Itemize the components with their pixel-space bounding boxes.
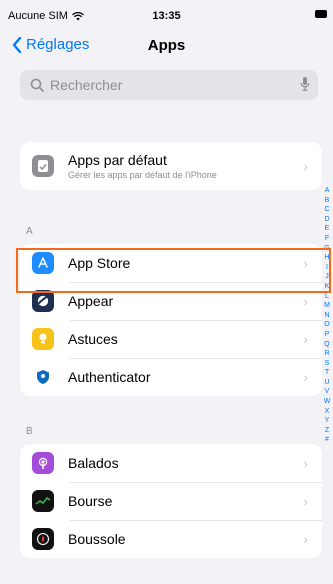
index-letter[interactable]: N	[323, 311, 331, 321]
index-letter[interactable]: #	[323, 435, 331, 445]
chevron-right-icon: ›	[303, 332, 308, 347]
index-letter[interactable]: W	[323, 397, 331, 407]
search-field[interactable]: Rechercher	[20, 70, 318, 100]
index-letter[interactable]: M	[323, 301, 331, 311]
index-letter[interactable]: C	[323, 205, 331, 215]
index-letter[interactable]: Z	[323, 426, 331, 436]
list-item-label: App Store	[68, 255, 131, 271]
section-a-card: App Store › Appear › Astuces › Authentic…	[20, 244, 322, 396]
section-header-a: A	[26, 226, 33, 237]
index-letter[interactable]: Y	[323, 416, 331, 426]
section-header-b: B	[26, 426, 33, 437]
index-letter[interactable]: J	[323, 272, 331, 282]
index-letter[interactable]: E	[323, 224, 331, 234]
navigation-bar: Réglages Apps	[0, 34, 333, 58]
list-item-label: Balados	[68, 455, 119, 471]
index-letter[interactable]: H	[323, 253, 331, 263]
search-placeholder: Rechercher	[50, 77, 123, 93]
list-item-authenticator[interactable]: Authenticator ›	[20, 358, 322, 396]
page-title: Apps	[147, 37, 186, 54]
battery-icon	[315, 10, 327, 18]
section-b-card: Balados › Bourse › Boussole ›	[20, 444, 322, 558]
default-apps-row[interactable]: Apps par défaut Gérer les apps par défau…	[20, 142, 322, 190]
index-letter[interactable]: A	[323, 186, 331, 196]
chevron-right-icon: ›	[303, 370, 308, 385]
index-letter[interactable]: K	[323, 282, 331, 292]
list-item-label: Astuces	[68, 331, 118, 347]
list-item-label: Authenticator	[68, 369, 151, 385]
list-item-app-store[interactable]: App Store ›	[20, 244, 322, 282]
search-icon	[30, 78, 44, 92]
chevron-right-icon: ›	[303, 159, 308, 174]
index-letter[interactable]: T	[323, 368, 331, 378]
index-letter[interactable]: B	[323, 196, 331, 206]
index-letter[interactable]: I	[323, 263, 331, 273]
status-bar: Aucune SIM 13:35	[0, 0, 333, 28]
index-letter[interactable]: L	[323, 292, 331, 302]
index-letter[interactable]: P	[323, 330, 331, 340]
list-item-boussole[interactable]: Boussole ›	[20, 520, 322, 558]
podcasts-icon	[32, 452, 54, 474]
list-item-label: Bourse	[68, 493, 113, 509]
list-item-appear[interactable]: Appear ›	[20, 282, 322, 320]
index-letter[interactable]: O	[323, 320, 331, 330]
index-letter[interactable]: U	[323, 378, 331, 388]
index-letter[interactable]: Q	[323, 340, 331, 350]
list-item-astuces[interactable]: Astuces ›	[20, 320, 322, 358]
index-letter[interactable]: V	[323, 387, 331, 397]
chevron-right-icon: ›	[303, 532, 308, 547]
index-letter[interactable]: R	[323, 349, 331, 359]
index-letter[interactable]: F	[323, 234, 331, 244]
stocks-icon	[32, 490, 54, 512]
status-time: 13:35	[152, 10, 181, 22]
default-apps-icon	[32, 155, 54, 177]
list-item-label: Boussole	[68, 531, 126, 547]
index-letter[interactable]: S	[323, 359, 331, 369]
app-store-icon	[32, 252, 54, 274]
chevron-right-icon: ›	[303, 294, 308, 309]
authenticator-icon	[32, 366, 54, 388]
list-item-bourse[interactable]: Bourse ›	[20, 482, 322, 520]
default-apps-title: Apps par défaut	[68, 152, 167, 168]
chevron-right-icon: ›	[303, 456, 308, 471]
chevron-right-icon: ›	[303, 494, 308, 509]
default-apps-subtitle: Gérer les apps par défaut de l'iPhone	[68, 170, 217, 180]
microphone-icon[interactable]	[300, 76, 310, 92]
chevron-right-icon: ›	[303, 256, 308, 271]
default-apps-card: Apps par défaut Gérer les apps par défau…	[20, 142, 322, 190]
index-letter[interactable]: X	[323, 407, 331, 417]
compass-icon	[32, 528, 54, 550]
alphabet-index[interactable]: A B C D E F G H I J K L M N O P Q R S T U V W X Y Z #	[323, 186, 331, 445]
index-letter[interactable]: D	[323, 215, 331, 225]
index-letter[interactable]: G	[323, 244, 331, 254]
list-item-label: Appear	[68, 293, 114, 309]
tips-icon	[32, 328, 54, 350]
list-item-balados[interactable]: Balados ›	[20, 444, 322, 482]
appear-icon	[32, 290, 54, 312]
